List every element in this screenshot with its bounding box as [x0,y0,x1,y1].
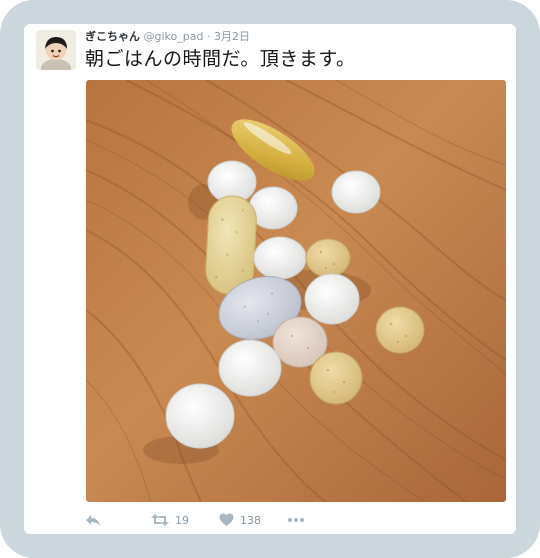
display-name[interactable]: ぎこちゃん [85,30,140,43]
tweet-text: 朝ごはんの時間だ。頂きます。 [85,48,356,70]
more-button[interactable] [287,511,305,529]
tweet-date[interactable]: 3月2日 [214,30,250,43]
tweet-photo[interactable] [86,80,506,502]
tweet-header: ぎこちゃん @giko_pad · 3月2日 [85,28,508,44]
tweet-actions: 19 138 [85,511,508,529]
like-count: 138 [240,513,261,527]
reply-button[interactable] [85,511,101,529]
tweet-card: ぎこちゃん @giko_pad · 3月2日 朝ごはんの時間だ。頂きます。 19… [24,24,516,534]
retweet-button[interactable]: 19 [151,511,189,529]
handle[interactable]: @giko_pad [144,30,204,43]
heart-icon [219,513,234,527]
retweet-icon [151,513,169,527]
date-separator: · [206,30,211,43]
avatar[interactable] [36,30,76,70]
like-button[interactable]: 138 [219,511,261,529]
retweet-count: 19 [175,513,189,527]
more-icon [287,517,305,523]
reply-icon [85,513,101,527]
